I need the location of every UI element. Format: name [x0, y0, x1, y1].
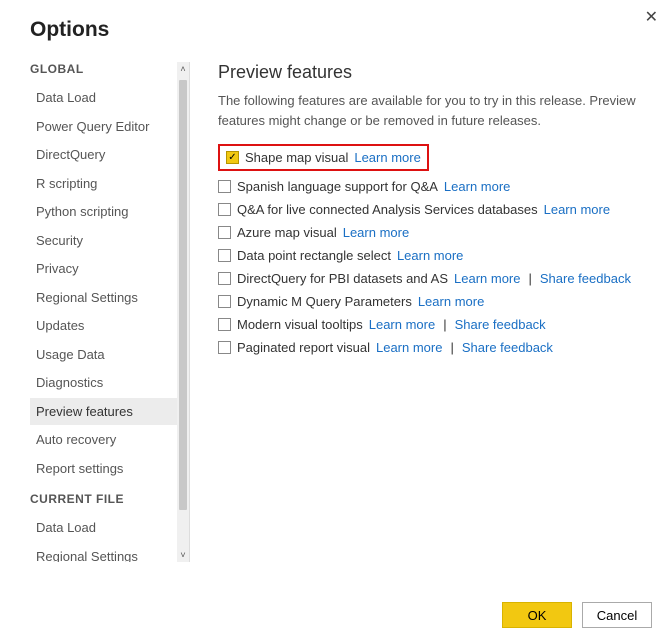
- feature-checkbox[interactable]: ✓: [226, 151, 239, 164]
- sidebar-container: GLOBALData LoadPower Query EditorDirectQ…: [30, 62, 190, 562]
- sidebar-item[interactable]: Auto recovery: [30, 426, 177, 454]
- feature-checkbox[interactable]: [218, 180, 231, 193]
- feature-row: Data point rectangle select Learn more: [218, 244, 644, 267]
- sidebar-item[interactable]: Power Query Editor: [30, 113, 177, 141]
- scroll-thumb[interactable]: [179, 80, 187, 510]
- feature-label: Dynamic M Query Parameters: [237, 294, 412, 309]
- feature-checkbox[interactable]: [218, 226, 231, 239]
- sidebar-item[interactable]: Updates: [30, 312, 177, 340]
- sidebar: GLOBALData LoadPower Query EditorDirectQ…: [30, 62, 177, 562]
- feature-row: Paginated report visual Learn more | Share …: [218, 336, 644, 359]
- learn-more-link[interactable]: Learn more: [544, 202, 610, 217]
- feature-list: ✓Shape map visualLearn moreSpanish langu…: [218, 144, 644, 359]
- sidebar-item[interactable]: Data Load: [30, 84, 177, 112]
- link-separator: |: [443, 317, 446, 332]
- feature-row: Modern visual tooltips Learn more | Share f…: [218, 313, 644, 336]
- scroll-down-icon[interactable]: ˅: [177, 548, 189, 562]
- learn-more-link[interactable]: Learn more: [369, 317, 435, 332]
- sidebar-section-header: CURRENT FILE: [30, 492, 177, 506]
- sidebar-section-header: GLOBAL: [30, 62, 177, 76]
- learn-more-link[interactable]: Learn more: [376, 340, 442, 355]
- sidebar-item[interactable]: Regional Settings: [30, 284, 177, 312]
- sidebar-item[interactable]: Diagnostics: [30, 369, 177, 397]
- sidebar-item[interactable]: Privacy: [30, 255, 177, 283]
- learn-more-link[interactable]: Learn more: [397, 248, 463, 263]
- sidebar-item[interactable]: Security: [30, 227, 177, 255]
- panel-heading: Preview features: [218, 62, 644, 83]
- sidebar-item[interactable]: Data Load: [30, 514, 177, 542]
- feature-label: Shape map visual: [245, 150, 348, 165]
- sidebar-scrollbar[interactable]: ˄ ˅: [177, 62, 189, 562]
- learn-more-link[interactable]: Learn more: [454, 271, 520, 286]
- learn-more-link[interactable]: Learn more: [343, 225, 409, 240]
- main-panel: Preview features The following features …: [190, 62, 652, 562]
- scroll-up-icon[interactable]: ˄: [177, 62, 189, 76]
- link-separator: |: [450, 340, 453, 355]
- feature-row: Azure map visual Learn more: [218, 221, 644, 244]
- share-feedback-link[interactable]: Share feedback: [455, 317, 546, 332]
- feature-row: ✓ Shape map visual Learn more: [218, 144, 429, 171]
- feature-row: Spanish language support for Q&A Learn mo…: [218, 175, 644, 198]
- sidebar-item[interactable]: Preview features: [30, 398, 177, 426]
- learn-more-link[interactable]: Learn more: [444, 179, 510, 194]
- learn-more-link[interactable]: Learn more: [354, 150, 420, 165]
- feature-row: DirectQuery for PBI datasets and AS Learn…: [218, 267, 644, 290]
- feature-checkbox[interactable]: [218, 295, 231, 308]
- feature-checkbox[interactable]: [218, 203, 231, 216]
- learn-more-link[interactable]: Learn more: [418, 294, 484, 309]
- sidebar-item[interactable]: R scripting: [30, 170, 177, 198]
- sidebar-item[interactable]: DirectQuery: [30, 141, 177, 169]
- cancel-button[interactable]: Cancel: [582, 602, 652, 628]
- sidebar-item[interactable]: Python scripting: [30, 198, 177, 226]
- feature-label: Q&A for live connected Analysis Services…: [237, 202, 538, 217]
- link-separator: |: [528, 271, 531, 286]
- dialog-title: Options: [30, 18, 652, 42]
- share-feedback-link[interactable]: Share feedback: [540, 271, 631, 286]
- ok-button[interactable]: OK: [502, 602, 572, 628]
- feature-label: DirectQuery for PBI datasets and AS: [237, 271, 448, 286]
- feature-checkbox[interactable]: [218, 318, 231, 331]
- panel-intro: The following features are available for…: [218, 91, 644, 130]
- feature-checkbox[interactable]: [218, 249, 231, 262]
- sidebar-item[interactable]: Regional Settings: [30, 543, 177, 563]
- dialog-footer: OK Cancel: [502, 602, 652, 628]
- feature-label: Paginated report visual: [237, 340, 370, 355]
- feature-row: Q&A for live connected Analysis Services…: [218, 198, 644, 221]
- share-feedback-link[interactable]: Share feedback: [462, 340, 553, 355]
- feature-label: Data point rectangle select: [237, 248, 391, 263]
- feature-row: Dynamic M Query Parameters Learn more: [218, 290, 644, 313]
- feature-label: Spanish language support for Q&A: [237, 179, 438, 194]
- sidebar-item[interactable]: Usage Data: [30, 341, 177, 369]
- feature-label: Azure map visual: [237, 225, 337, 240]
- options-dialog: Options GLOBALData LoadPower Query Edito…: [0, 0, 672, 562]
- feature-label: Modern visual tooltips: [237, 317, 363, 332]
- sidebar-item[interactable]: Report settings: [30, 455, 177, 483]
- dialog-body: GLOBALData LoadPower Query EditorDirectQ…: [30, 62, 652, 562]
- feature-checkbox[interactable]: [218, 272, 231, 285]
- close-icon[interactable]: ✕: [645, 10, 658, 26]
- feature-checkbox[interactable]: [218, 341, 231, 354]
